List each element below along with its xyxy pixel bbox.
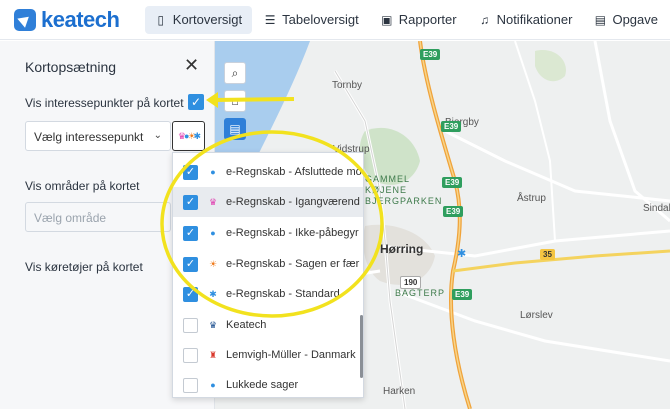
list-item-label: e-Regnskab - Standard — [226, 288, 340, 300]
list-item[interactable]: ✓ ☀ e-Regnskab - Sagen er fær — [173, 249, 363, 279]
star-icon: ✱ — [193, 130, 201, 141]
list-item-label: Lemvigh-Müller - Danmark — [226, 349, 356, 361]
list-item[interactable]: ♛ Keatech — [173, 310, 363, 340]
list-item[interactable]: ✓ ✱ e-Regnskab - Standard — [173, 279, 363, 309]
brand-logo[interactable]: keatech — [14, 7, 145, 33]
area-select-placeholder: Vælg område — [34, 211, 107, 225]
checkbox[interactable] — [183, 347, 198, 363]
road-badge: E39 — [420, 49, 441, 60]
report-icon: ▣ — [381, 12, 393, 27]
panel-title: Kortopsætning — [25, 59, 117, 75]
checkbox[interactable]: ✓ — [183, 194, 198, 210]
map-search-button[interactable]: ⌕ — [224, 62, 246, 84]
map-layers-button[interactable]: ▤ — [224, 118, 246, 140]
dropdown-scrollbar[interactable] — [360, 315, 363, 378]
poi-dropdown-list: ✓ ● e-Regnskab - Afsluttede mo ✓ ♛ e-Reg… — [172, 152, 364, 398]
list-item[interactable]: ✓ ● e-Regnskab - Ikke-påbegyr — [173, 218, 363, 248]
place-label: Tornby — [332, 80, 363, 91]
checkbox[interactable] — [183, 377, 198, 393]
person-icon: ♜ — [208, 349, 218, 360]
map-home-button[interactable]: ⌂ — [224, 90, 246, 112]
dot-icon: ● — [210, 228, 216, 238]
road-badge: 190 — [400, 276, 422, 289]
crown-icon: ♛ — [208, 196, 218, 207]
poi-label: Vis interessepunkter på kortet — [25, 96, 184, 110]
list-item-label: e-Regnskab - Afsluttede mo — [226, 166, 362, 178]
place-label: KØJENE — [365, 185, 408, 195]
bell-icon: ♫ — [480, 12, 490, 27]
brand-name: keatech — [41, 6, 120, 32]
nav-item-kortoversigt[interactable]: ▯ Kortoversigt — [144, 5, 253, 34]
checkbox[interactable]: ✓ — [183, 164, 198, 180]
chevron-down-icon: ⌄ — [153, 130, 162, 141]
checkbox[interactable]: ✓ — [183, 286, 198, 302]
list-item-label: e-Regnskab - Igangværend — [226, 196, 360, 208]
road-badge: E39 — [442, 177, 463, 188]
forest-area — [535, 50, 566, 82]
poi-select-value: Vælg interessepunkt — [34, 130, 144, 144]
checkbox[interactable]: ✓ — [183, 256, 198, 272]
nav-item-opgave[interactable]: ▤ Opgave — [584, 6, 668, 34]
close-icon[interactable]: ✕ — [184, 56, 199, 74]
main-nav: ▯ Kortoversigt ☰ Tabeloversigt ▣ Rapport… — [144, 0, 670, 40]
motorway — [418, 41, 472, 409]
keatech-logo-icon — [14, 8, 36, 31]
crown-icon: ♛ — [208, 319, 218, 330]
areas-label: Vis områder på kortet — [25, 179, 140, 193]
vehicles-label: Vis køretøjer på kortet — [25, 260, 143, 274]
dot-icon: ● — [210, 167, 216, 177]
road-badge: E39 — [452, 289, 473, 300]
list-item[interactable]: ✓ ● e-Regnskab - Afsluttede mo — [173, 157, 363, 187]
list-item-label: e-Regnskab - Sagen er fær — [226, 258, 360, 270]
nav-label: Opgave — [612, 12, 658, 27]
place-label: BJERGPARKEN — [365, 196, 443, 206]
place-label: GAMMEL — [365, 174, 411, 184]
list-item[interactable]: ● Lukkede sager — [173, 370, 363, 397]
star-icon: ✱ — [209, 288, 217, 299]
place-label: Åstrup — [517, 193, 546, 204]
map-marker-star-icon: ✱ — [457, 248, 466, 260]
place-label: BAGTERP — [395, 288, 446, 298]
sun-icon: ☀ — [208, 258, 218, 269]
place-label: Hørring — [380, 242, 424, 256]
nav-item-rapporter[interactable]: ▣ Rapporter — [371, 6, 467, 34]
clipboard-icon: ▤ — [594, 12, 607, 27]
road-badge: E39 — [441, 121, 462, 132]
list-item[interactable]: ✓ ♛ e-Regnskab - Igangværend — [173, 187, 363, 217]
search-icon: ⌕ — [231, 65, 239, 80]
checkbox[interactable]: ✓ — [183, 225, 198, 241]
list-item-label: Keatech — [226, 319, 267, 331]
place-label: Sindal — [643, 203, 670, 214]
map-icon: ▯ — [157, 12, 165, 27]
road-badge: 35 — [540, 249, 555, 260]
poi-select[interactable]: Vælg interessepunkt ⌄ — [25, 121, 171, 151]
poi-icons-preview[interactable]: ♛ ● ☀ ✱ — [172, 121, 205, 151]
area-select[interactable]: Vælg område — [25, 202, 171, 232]
nav-label: Kortoversigt — [172, 12, 243, 27]
road-badge: E39 — [443, 206, 464, 217]
poi-checkbox[interactable]: ✓ — [188, 94, 204, 110]
layers-icon: ▤ — [229, 122, 241, 136]
place-label: Harken — [383, 386, 416, 397]
list-icon: ☰ — [264, 12, 276, 27]
nav-item-tabeloversigt[interactable]: ☰ Tabeloversigt — [254, 6, 369, 34]
motorway — [419, 41, 471, 409]
list-item-label: e-Regnskab - Ikke-påbegyr — [226, 227, 359, 239]
home-icon: ⌂ — [231, 94, 239, 108]
nav-label: Tabeloversigt — [282, 12, 359, 27]
checkbox[interactable] — [183, 317, 198, 333]
road — [394, 289, 670, 363]
place-label: Lørslev — [520, 310, 553, 321]
list-item[interactable]: ♜ Lemvigh-Müller - Danmark — [173, 340, 363, 370]
nav-label: Rapporter — [398, 12, 457, 27]
dot-icon: ● — [210, 380, 216, 390]
map-toolbar: ⌕ ⌂ ▤ — [224, 62, 246, 140]
nav-label: Notifikationer — [496, 12, 573, 27]
list-item-label: Lukkede sager — [226, 379, 299, 391]
nav-item-notifikationer[interactable]: ♫ Notifikationer — [469, 6, 583, 34]
top-navigation: keatech ▯ Kortoversigt ☰ Tabeloversigt ▣… — [0, 0, 670, 40]
